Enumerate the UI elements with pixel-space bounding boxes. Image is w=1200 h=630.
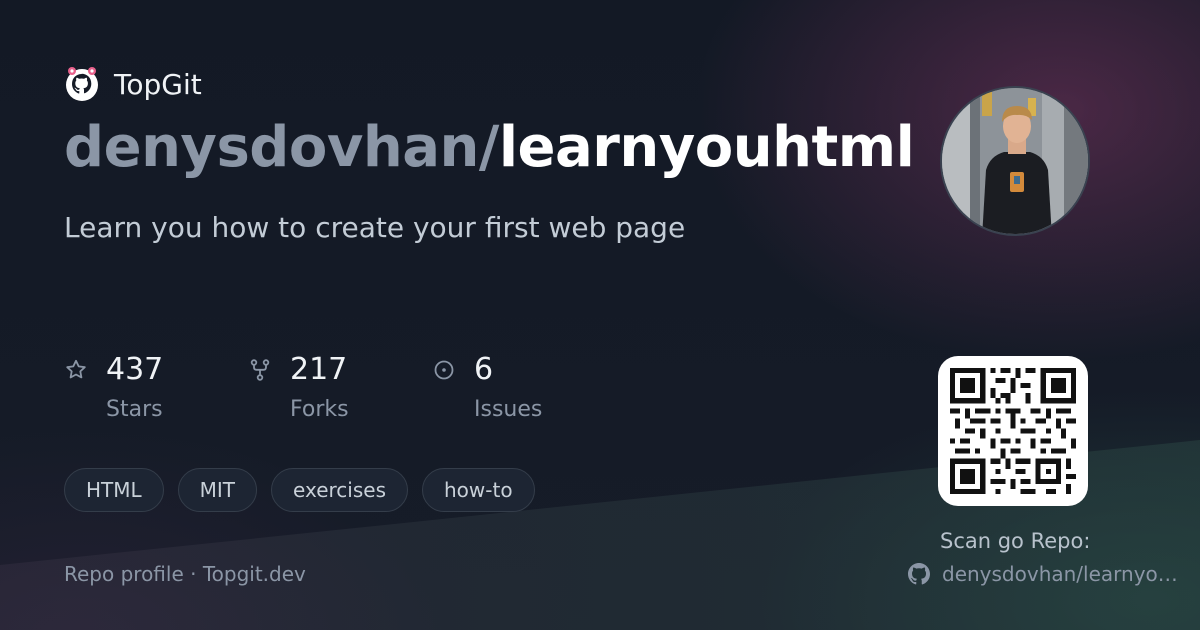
avatar-photo: [942, 88, 1088, 234]
issue-icon: [434, 360, 454, 380]
qr-code-icon: [950, 368, 1076, 494]
tag-exercises[interactable]: exercises: [271, 468, 408, 512]
repo-qr-code[interactable]: [938, 356, 1088, 506]
star-icon: [66, 359, 86, 379]
repo-stats: 437 Stars 217 Forks 6 Issues: [64, 350, 616, 430]
forks-count: 217: [290, 352, 348, 387]
stars-count: 437: [106, 352, 164, 387]
github-icon: [908, 563, 930, 585]
repo-link-text: denysdovhan/learnyouhtml: [942, 562, 1184, 586]
issues-count: 6: [474, 352, 494, 387]
stat-forks[interactable]: 217 Forks: [248, 350, 432, 430]
repo-link[interactable]: denysdovhan/learnyouhtml: [908, 560, 1184, 588]
topgit-logo-icon: [66, 67, 98, 101]
repo-title: denysdovhan/learnyouhtml: [64, 112, 915, 184]
fork-icon: [250, 359, 270, 381]
issues-label: Issues: [474, 397, 543, 422]
stat-stars[interactable]: 437 Stars: [64, 350, 248, 430]
brand[interactable]: TopGit: [64, 66, 202, 102]
stat-issues[interactable]: 6 Issues: [432, 350, 616, 430]
tag-how-to[interactable]: how-to: [422, 468, 535, 512]
repo-owner[interactable]: denysdovhan/: [64, 115, 499, 180]
qr-caption: Scan go Repo:: [940, 529, 1091, 553]
stars-label: Stars: [106, 397, 163, 422]
tag-mit[interactable]: MIT: [177, 468, 258, 512]
repo-name[interactable]: learnyouhtml: [499, 115, 915, 180]
repo-description: Learn you how to create your first web p…: [64, 211, 686, 244]
owner-avatar[interactable]: [940, 86, 1090, 236]
forks-label: Forks: [290, 397, 349, 422]
tag-html[interactable]: HTML: [64, 468, 164, 512]
brand-name: TopGit: [114, 67, 202, 101]
footer-text: Repo profile · Topgit.dev: [64, 562, 306, 586]
topic-tags: HTML MIT exercises how-to: [64, 468, 535, 512]
